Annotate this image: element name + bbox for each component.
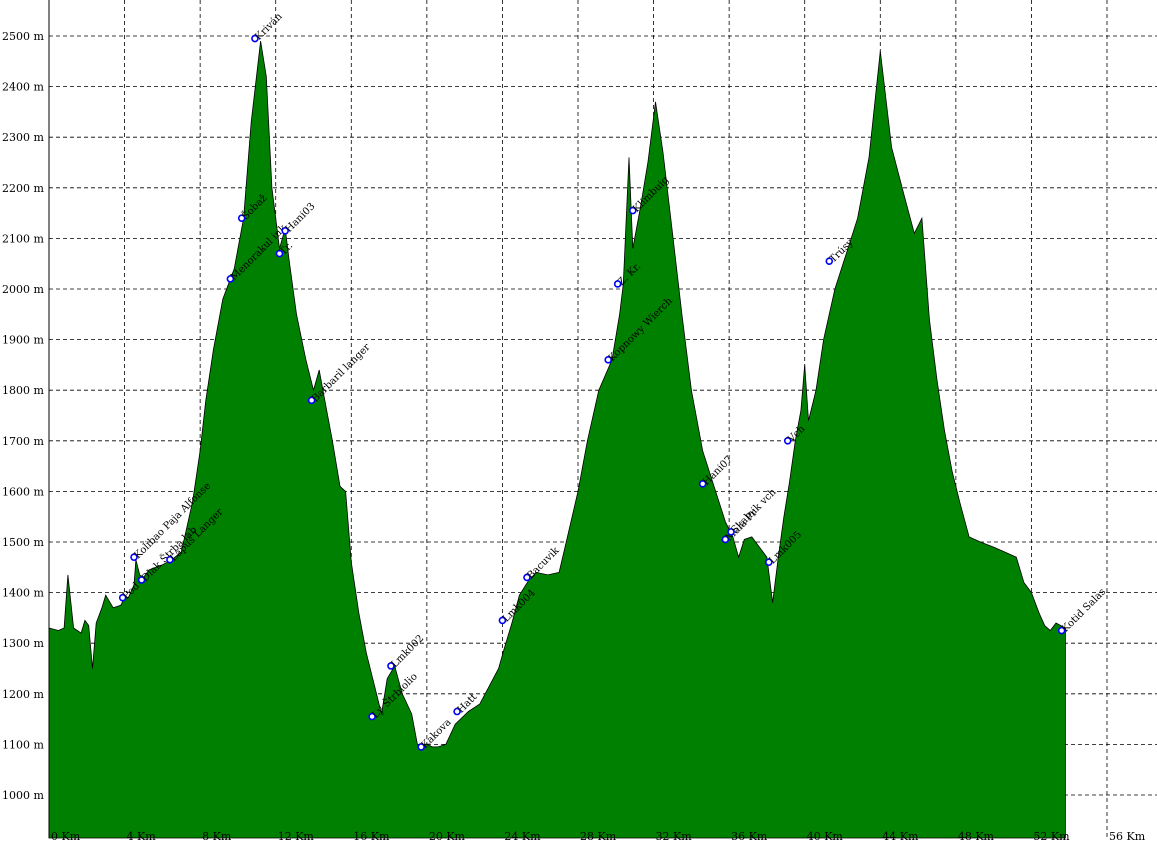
- y-tick-label: 1200 m: [2, 688, 44, 701]
- x-tick-label: 28 Km: [580, 830, 617, 843]
- x-tick-label: 32 Km: [656, 830, 693, 843]
- waypoint-label: Hani03: [284, 201, 318, 235]
- waypoint-label: Kriván: [253, 11, 285, 43]
- y-tick-label: 1400 m: [2, 587, 44, 600]
- waypoint-label: Kotid Salas: [1060, 586, 1108, 634]
- x-tick-label: 0 Km: [51, 830, 81, 843]
- waypoint-label: Skalnik vch: [729, 486, 779, 536]
- y-axis-ticks: 1000 m 1100 m 1200 m 1300 m 1400 m 1500 m 1600…: [2, 30, 44, 802]
- y-tick-label: 1800 m: [2, 384, 44, 397]
- y-tick-label: 2300 m: [2, 131, 44, 144]
- elevation-profile-area: [48, 41, 1066, 839]
- y-tick-label: 2200 m: [2, 182, 44, 195]
- y-tick-label: 2000 m: [2, 283, 44, 296]
- x-tick-label: 36 Km: [731, 830, 768, 843]
- x-tick-label: 40 Km: [807, 830, 844, 843]
- x-tick-label: 12 Km: [278, 830, 315, 843]
- x-axis-ticks: 0 Km 4 Km 8 Km 12 Km 16 Km 20 Km 24 Km 28 Km 32 …: [51, 830, 1146, 843]
- x-tick-label: 16 Km: [353, 830, 390, 843]
- y-tick-label: 1000 m: [2, 789, 44, 802]
- y-tick-label: 1600 m: [2, 485, 44, 498]
- y-tick-label: 1500 m: [2, 536, 44, 549]
- y-tick-label: 1300 m: [2, 637, 44, 650]
- y-tick-label: 2400 m: [2, 81, 44, 94]
- x-tick-label: 8 Km: [202, 830, 232, 843]
- x-tick-label: 20 Km: [429, 830, 466, 843]
- elevation-profile-chart: 1000 m 1100 m 1200 m 1300 m 1400 m 1500 m 1600…: [2, 0, 1157, 843]
- x-tick-label: 56 Km: [1109, 830, 1146, 843]
- waypoint-label: Lmk002: [389, 633, 426, 670]
- x-tick-label: 48 Km: [958, 830, 995, 843]
- y-tick-label: 1900 m: [2, 334, 44, 347]
- x-tick-label: 4 Km: [127, 830, 157, 843]
- y-tick-label: 1700 m: [2, 435, 44, 448]
- x-tick-label: 52 Km: [1033, 830, 1070, 843]
- x-tick-label: 24 Km: [504, 830, 541, 843]
- y-tick-label: 2100 m: [2, 232, 44, 245]
- x-tick-label: 44 Km: [882, 830, 919, 843]
- y-tick-label: 2500 m: [2, 30, 44, 43]
- y-tick-label: 1100 m: [2, 738, 44, 751]
